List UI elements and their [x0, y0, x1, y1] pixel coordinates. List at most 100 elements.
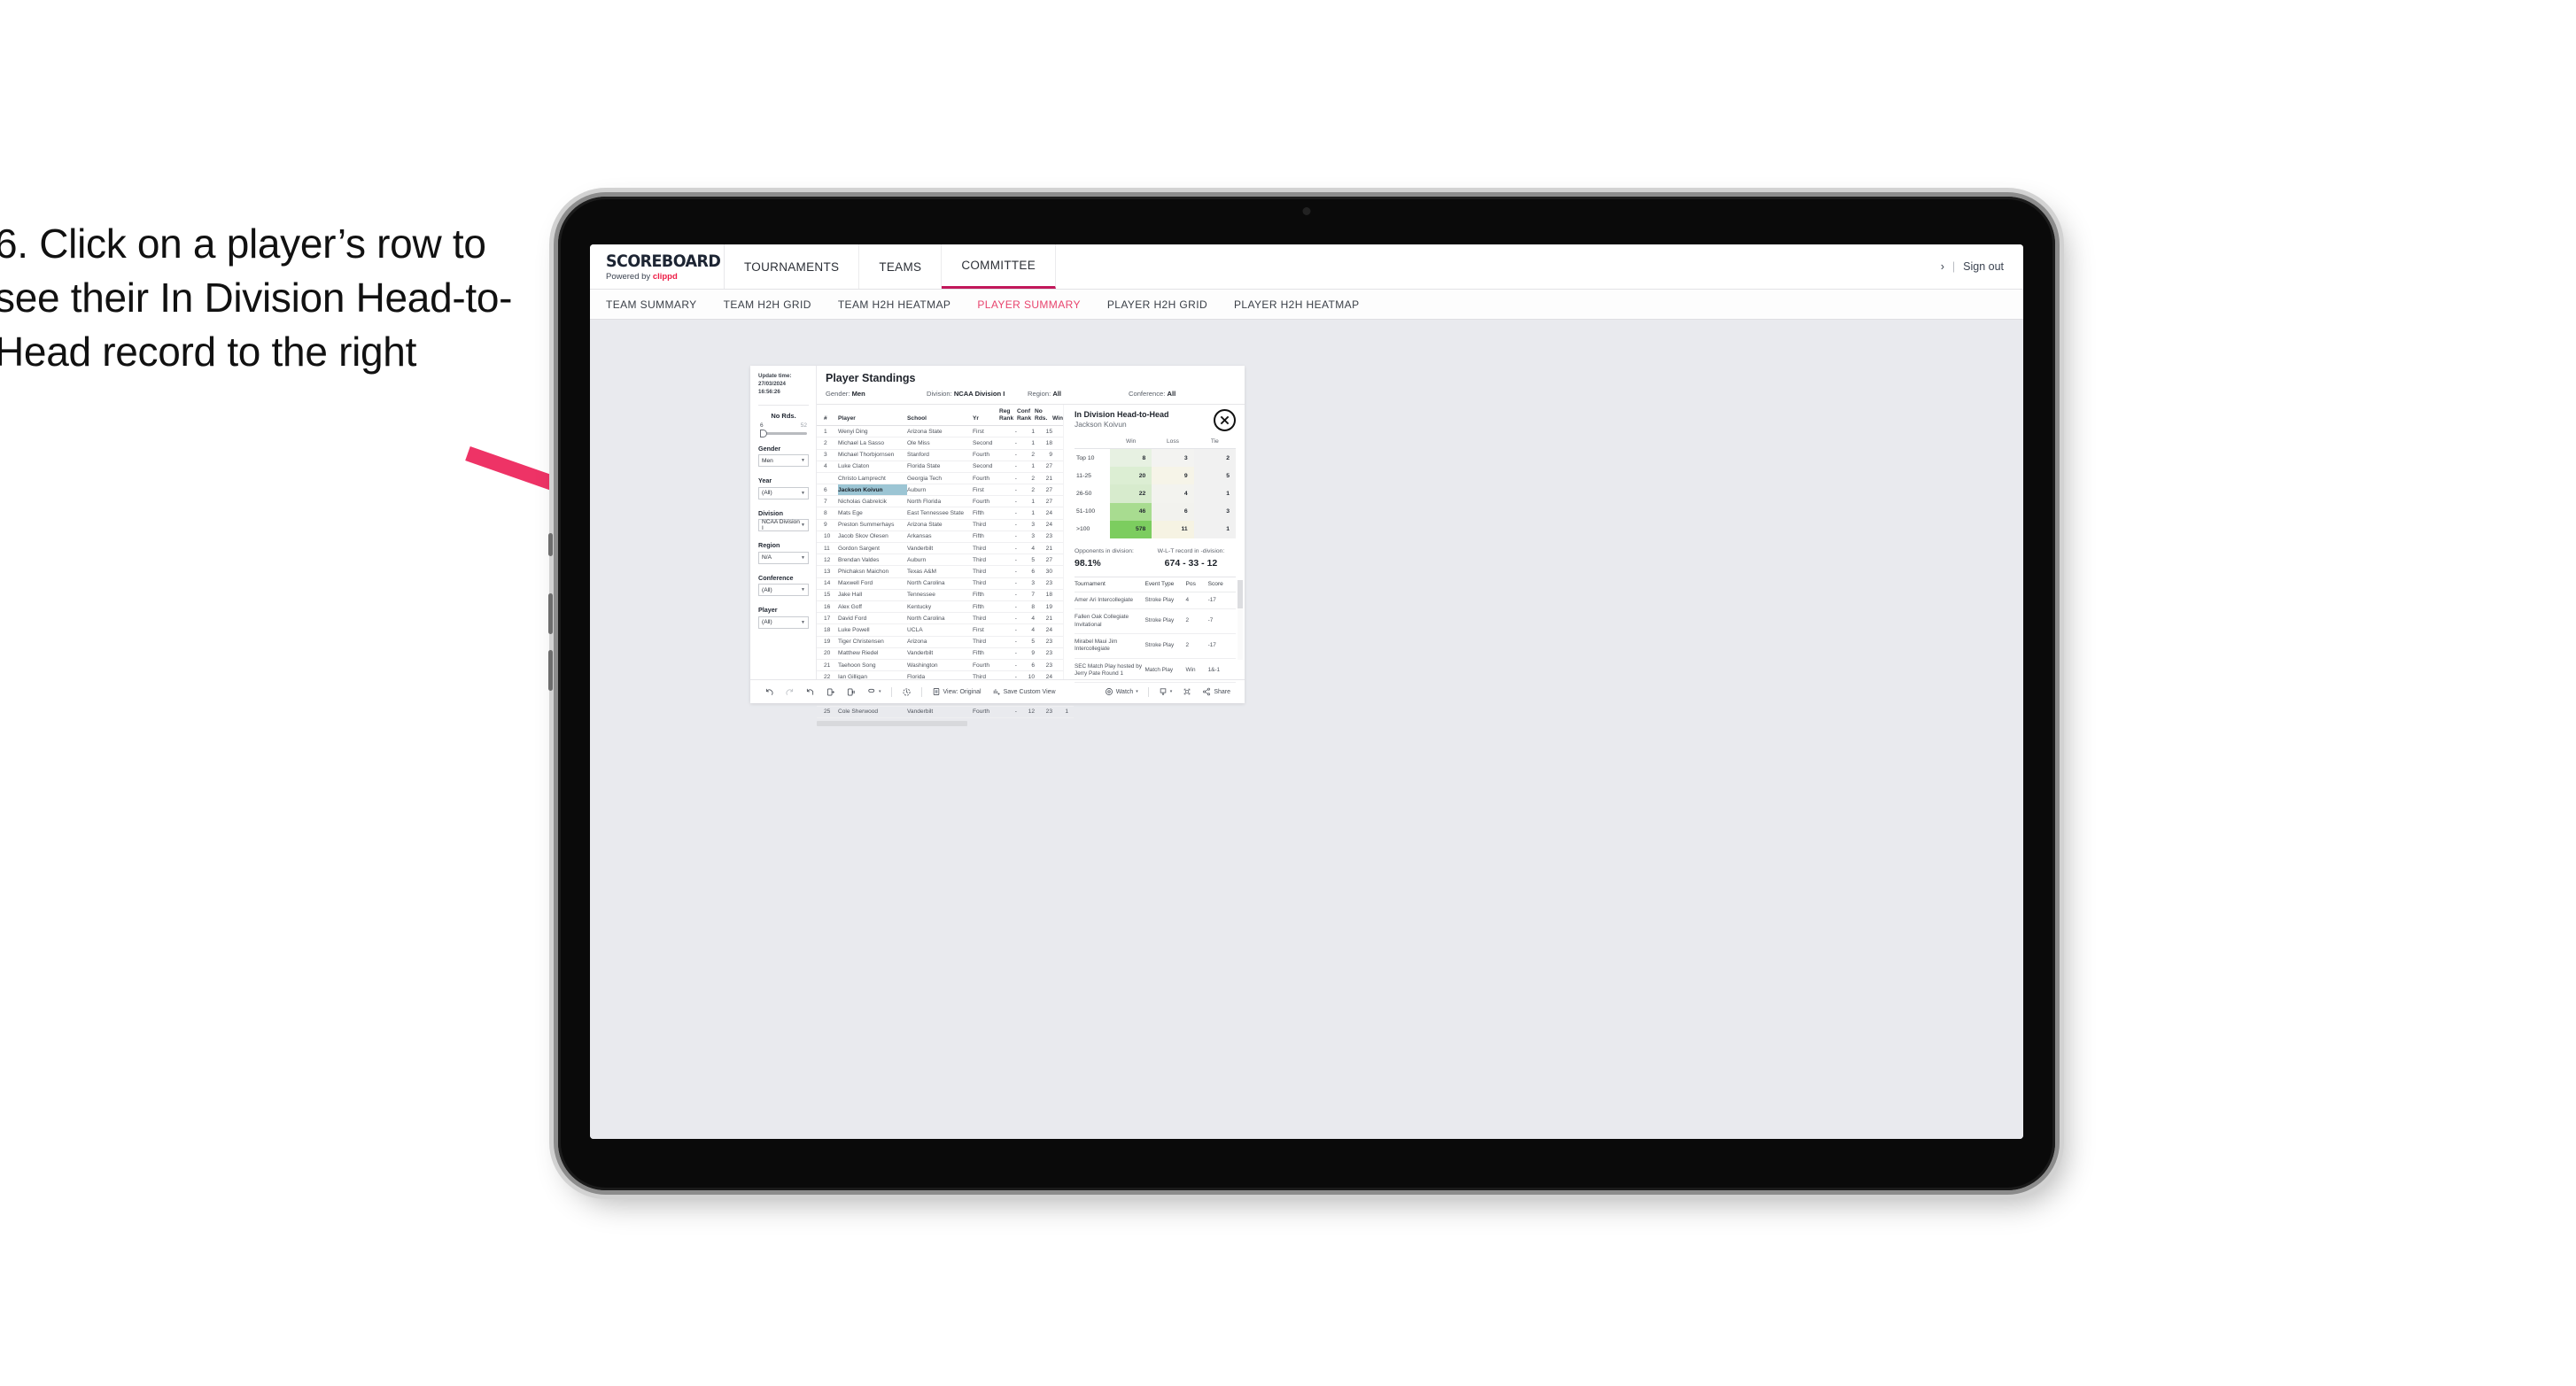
bookmark-icon[interactable]: ▾ — [861, 687, 887, 697]
cell-rank: 4 — [817, 461, 838, 473]
chevron-down-icon: ▼ — [801, 490, 805, 496]
fullscreen-button[interactable] — [1177, 687, 1197, 696]
power-button[interactable] — [548, 533, 553, 556]
cell-year: Fifth — [973, 507, 999, 520]
scoreboard-logo[interactable]: SCOREBOARD Powered by clippd — [590, 244, 725, 289]
close-icon[interactable] — [1214, 409, 1236, 431]
chevron-down-icon: ▼ — [801, 619, 805, 625]
cell-conf-rank: 3 — [1017, 519, 1035, 531]
table-row[interactable]: 15Jake HallTennesseeFifth-7180 — [817, 589, 1074, 601]
col-year[interactable]: Yr — [973, 405, 999, 427]
table-row[interactable]: 7 Nicholas Gabrelcik North Florida Fourth -1… — [817, 495, 1074, 508]
tab-team-h2h-heatmap[interactable]: TEAM H2H HEATMAP — [838, 298, 951, 311]
cell-rank: 11 — [817, 542, 838, 555]
cell-conf-rank: 6 — [1017, 565, 1035, 578]
scrollbar-thumb[interactable] — [817, 720, 967, 726]
tournament-row[interactable]: Mirabel Maui Jim Intercollegiate Stroke P… — [1075, 633, 1236, 659]
table-row[interactable]: 19Tiger ChristensenArizonaThird-5232 — [817, 636, 1074, 648]
tab-player-summary[interactable]: PLAYER SUMMARY — [977, 298, 1081, 311]
slider-thumb[interactable] — [760, 429, 767, 437]
watch-button[interactable]: Watch ▾ — [1099, 687, 1144, 696]
nav-item-committee[interactable]: COMMITTEE — [942, 244, 1057, 289]
nav-item-teams[interactable]: TEAMS — [859, 244, 943, 289]
tab-player-h2h-grid[interactable]: PLAYER H2H GRID — [1107, 298, 1207, 311]
save-custom-view-button[interactable]: Save Custom View — [987, 687, 1061, 696]
table-row[interactable]: Christo LamprechtGeorgia TechFourth-2212 — [817, 472, 1074, 485]
tab-player-h2h-heatmap[interactable]: PLAYER H2H HEATMAP — [1234, 298, 1359, 311]
download-button[interactable]: ▾ — [1153, 687, 1178, 696]
logo-brand-text: clippd — [652, 272, 678, 282]
logo-subtitle: Powered by clippd — [606, 272, 724, 282]
tab-team-summary[interactable]: TEAM SUMMARY — [606, 298, 697, 311]
share-button[interactable]: Share — [1197, 687, 1236, 696]
col-conf-rank[interactable]: Conf Rank — [1017, 405, 1035, 427]
table-row[interactable]: 10Jacob Skov OlesenArkansasFifth-3230 — [817, 530, 1074, 544]
visualization-container: Update time: 27/03/2024 16:56:26 No Rds.… — [750, 366, 1245, 726]
redo-icon[interactable] — [780, 687, 800, 697]
history-icon[interactable] — [896, 687, 917, 697]
cell-player: Michael La Sasso — [838, 437, 907, 450]
tournament-row[interactable]: Fallen Oak Collegiate Invitational Stroke… — [1075, 608, 1236, 634]
standings-table-body: 1Wenyi DingArizona StateFirst-11512Micha… — [817, 425, 1074, 718]
table-row[interactable]: 18Luke PowellUCLAFirst-4241 — [817, 623, 1074, 637]
col-no-rds[interactable]: No Rds. — [1035, 405, 1052, 427]
revert-icon[interactable] — [800, 687, 820, 697]
table-row[interactable]: 1Wenyi DingArizona StateFirst-1151 — [817, 425, 1074, 438]
filter-region-select[interactable]: N/A ▼ — [758, 551, 809, 564]
filter-conference-select[interactable]: (All) ▼ — [758, 584, 809, 597]
chevron-down-icon[interactable]: ▾ — [1136, 689, 1138, 694]
cell-player: Nicholas Gabrelcik — [838, 495, 907, 508]
summary-region-value: All — [1052, 390, 1062, 398]
table-row[interactable]: 20Matthew RiedelVanderbiltFifth-9230 — [817, 647, 1074, 660]
table-row[interactable]: 25 Cole Sherwood Vanderbilt Fourth -12 23 1 — [817, 706, 1074, 718]
table-row[interactable]: 4Luke ClatonFlorida StateSecond-1272 — [817, 461, 1074, 473]
table-row[interactable]: 21Taehoon SongWashingtonFourth-6231 — [817, 659, 1074, 672]
filter-player-select[interactable]: (All) ▼ — [758, 616, 809, 629]
table-row[interactable]: 14Maxwell FordNorth CarolinaThird-3230 — [817, 577, 1074, 590]
cell-event-type: Stroke Play — [1144, 592, 1186, 610]
table-row[interactable]: 6Jackson KoivunAuburnFirst-2271 — [817, 484, 1074, 497]
volume-up-button[interactable] — [548, 593, 553, 634]
tournament-row[interactable]: SEC Match Play hosted by Jerry Pate Roun… — [1075, 658, 1236, 684]
tournament-row[interactable]: Amer Ari Intercollegiate Stroke Play 4 -17 — [1075, 592, 1236, 610]
h2h-loss-cell: 9 — [1152, 467, 1194, 485]
col-rank[interactable]: # — [817, 405, 838, 427]
chevron-down-icon[interactable]: ▾ — [1170, 689, 1173, 694]
table-row[interactable]: 11Gordon SargentVanderbiltThird-4210 — [817, 542, 1074, 555]
filter-gender-select[interactable]: Men ▼ — [758, 454, 809, 468]
chevron-down-icon[interactable]: ▾ — [879, 689, 881, 694]
col-reg-rank[interactable]: Reg Rank — [999, 405, 1017, 427]
scrollbar-thumb[interactable] — [1238, 580, 1243, 608]
cell-rank — [817, 472, 838, 485]
cell-rank: 13 — [817, 565, 838, 578]
cell-player: Jake Hall — [838, 589, 907, 601]
table-row[interactable]: 2Michael La SassoOle MissSecond-1180 — [817, 437, 1074, 450]
table-row[interactable]: 12Brendan ValdesAuburnThird-5270 — [817, 554, 1074, 567]
volume-down-button[interactable] — [548, 650, 553, 691]
no-rounds-slider[interactable] — [760, 429, 807, 437]
nav-item-tournaments[interactable]: TOURNAMENTS — [725, 244, 860, 289]
tournament-vertical-scrollbar[interactable] — [1238, 580, 1243, 660]
undo-icon[interactable] — [759, 687, 780, 697]
col-school[interactable]: School — [907, 405, 973, 427]
table-row[interactable]: 16Alex GoffKentuckyFifth-8190 — [817, 600, 1074, 614]
table-row[interactable]: 3Michael ThorbjornsenStanfordFourth-291 — [817, 449, 1074, 461]
col-player[interactable]: Player — [838, 405, 907, 427]
table-row[interactable]: 9 Preston Summerhays Arizona State Third -3 2… — [817, 519, 1074, 531]
h2h-win-cell: 578 — [1110, 520, 1152, 538]
cell-school: Arizona State — [907, 425, 973, 438]
refresh-data-icon[interactable] — [820, 687, 841, 697]
view-original-button[interactable]: View: Original — [927, 687, 987, 696]
filter-year-select[interactable]: (All) ▼ — [758, 486, 809, 499]
cell-reg-rank: - — [999, 623, 1017, 637]
table-row[interactable]: 13Phichaksn MaichonTexas A&MThird-6301 — [817, 565, 1074, 578]
table-row[interactable]: 8Mats EgeEast Tennessee StateFifth-1242 — [817, 507, 1074, 520]
cell-year: Fourth — [973, 659, 999, 672]
sign-out-link[interactable]: Sign out — [1963, 260, 2004, 273]
chevron-right-icon[interactable]: › — [1941, 260, 1944, 273]
cell-rank: 8 — [817, 507, 838, 520]
table-row[interactable]: 17David FordNorth CarolinaThird-4211 — [817, 612, 1074, 625]
filter-division-select[interactable]: NCAA Division I ▼ — [758, 519, 809, 532]
pause-updates-icon[interactable] — [841, 687, 861, 697]
tab-team-h2h-grid[interactable]: TEAM H2H GRID — [724, 298, 811, 311]
